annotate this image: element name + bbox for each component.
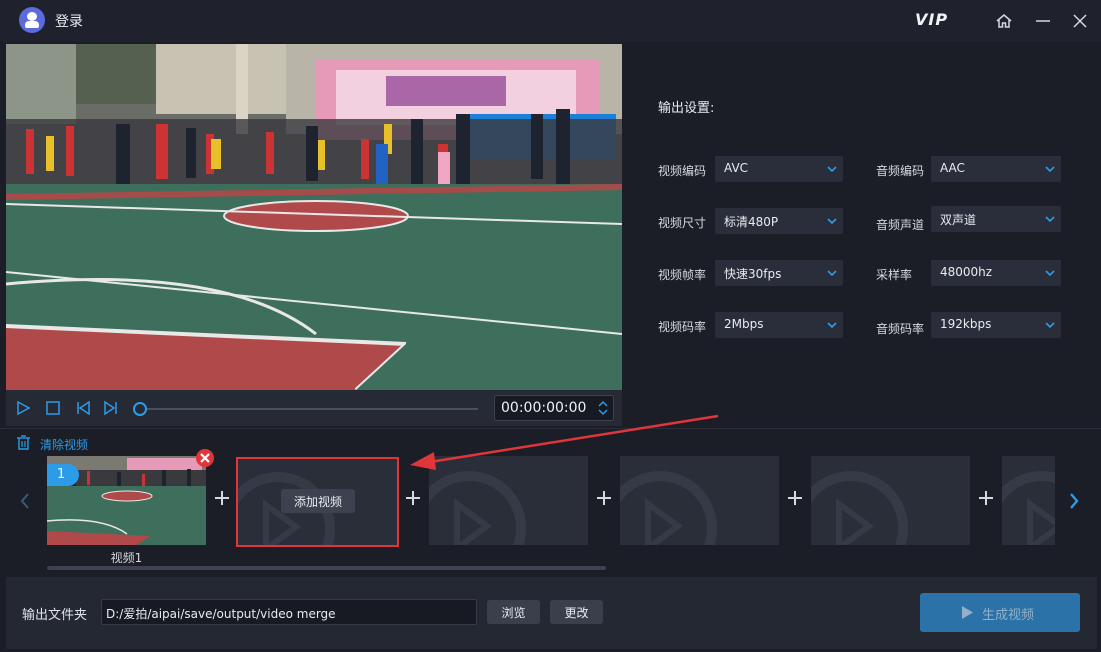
output-bar: 输出文件夹 D:/爱拍/aipai/save/output/video merg… [6,577,1097,649]
empty-clip-slot[interactable] [429,456,588,545]
video-frame-image [6,44,622,390]
seek-handle[interactable] [133,402,147,416]
empty-clip-slot[interactable] [620,456,779,545]
chevron-down-icon [1045,322,1055,329]
browse-label: 浏览 [501,606,526,620]
home-icon[interactable] [993,10,1015,32]
audio-codec-label: 音频编码 [876,164,925,178]
output-path-field[interactable]: D:/爱拍/aipai/save/output/video merge [101,599,477,625]
play-icon[interactable] [15,400,31,416]
minimize-icon[interactable] [1032,10,1054,32]
clip-index: 1 [57,467,66,482]
audio-bitrate-select[interactable]: 192kbps [931,312,1061,338]
audio-channel-select[interactable]: 双声道 [931,206,1061,232]
video-framerate-select[interactable]: 快速30fps [715,260,843,286]
player-controls: 00:00:00:00 [6,390,622,426]
chevron-down-icon [827,270,837,277]
video-bitrate-label: 视频码率 [658,320,707,334]
chevron-down-icon [827,166,837,173]
generate-video-button[interactable]: 生成视频 [920,593,1080,632]
clip-timeline: 清除视频 1 视频1 添加视频 [0,428,1101,576]
play-placeholder-icon [811,471,908,545]
time-field[interactable]: 00:00:00:00 [494,395,614,421]
skip-forward-icon[interactable] [103,400,119,416]
browse-button[interactable]: 浏览 [487,600,540,624]
plus-icon [979,491,993,505]
video-preview[interactable] [6,44,622,390]
play-placeholder-icon [620,471,717,545]
chevron-down-icon [827,218,837,225]
chevron-down-icon [1045,270,1055,277]
change-label: 更改 [564,606,589,620]
scroll-right-icon[interactable] [1067,489,1081,513]
video-codec-select[interactable]: AVC [715,156,843,182]
video-codec-label: 视频编码 [658,164,707,178]
play-icon [962,606,973,619]
plus-icon [215,491,229,505]
audio-bitrate-label: 音频码率 [876,322,925,336]
sample-rate-select[interactable]: 48000hz [931,260,1061,286]
close-icon[interactable] [1069,10,1091,32]
output-settings-panel: 输出设置: 视频编码 AVC 音频编码 AAC 视频尺寸 标清480P 音频声道… [624,44,1097,426]
sample-rate-label: 采样率 [876,268,913,282]
clip-name: 视频1 [110,551,143,565]
audio-channel-value: 双声道 [940,213,977,227]
time-spinner-icon[interactable] [597,398,609,418]
sample-rate-value: 48000hz [940,265,993,279]
play-placeholder-icon [1002,471,1055,545]
chevron-down-icon [1045,216,1055,223]
audio-codec-select[interactable]: AAC [931,156,1061,182]
login-link[interactable]: 登录 [55,11,83,31]
time-value: 00:00:00:00 [501,400,587,416]
timeline-scrollbar[interactable] [47,566,606,570]
play-placeholder-icon [429,471,526,545]
settings-title: 输出设置: [658,101,715,116]
trash-icon [17,435,30,450]
generate-video-label: 生成视频 [982,608,1035,623]
video-framerate-value: 快速30fps [724,267,782,281]
clip-index-badge: 1 [47,464,79,486]
add-video-button[interactable]: 添加视频 [281,489,355,513]
audio-codec-value: AAC [940,161,965,175]
app-logo-icon [19,7,45,33]
empty-clip-slot[interactable] [1002,456,1055,545]
video-bitrate-value: 2Mbps [724,317,764,331]
skip-back-icon[interactable] [75,400,91,416]
video-size-select[interactable]: 标清480P [715,208,843,234]
stop-icon[interactable] [45,400,61,416]
video-size-value: 标清480P [724,215,779,229]
seek-bar[interactable] [142,408,478,410]
video-bitrate-select[interactable]: 2Mbps [715,312,843,338]
title-bar: 登录 VIP [0,0,1101,42]
change-button[interactable]: 更改 [550,600,603,624]
audio-channel-label: 音频声道 [876,218,925,232]
remove-clip-icon[interactable] [195,448,215,468]
audio-bitrate-value: 192kbps [940,317,992,331]
video-codec-value: AVC [724,161,749,175]
plus-icon [406,491,420,505]
vip-badge[interactable]: VIP [915,10,948,29]
output-folder-label: 输出文件夹 [22,608,88,623]
chevron-down-icon [1045,166,1055,173]
video-size-label: 视频尺寸 [658,216,707,230]
empty-clip-slot[interactable] [811,456,970,545]
plus-icon [788,491,802,505]
scroll-left-icon[interactable] [18,489,32,513]
plus-icon [597,491,611,505]
chevron-down-icon [827,322,837,329]
add-video-label: 添加视频 [293,495,342,509]
clear-videos-label: 清除视频 [40,438,89,452]
video-framerate-label: 视频帧率 [658,268,707,282]
